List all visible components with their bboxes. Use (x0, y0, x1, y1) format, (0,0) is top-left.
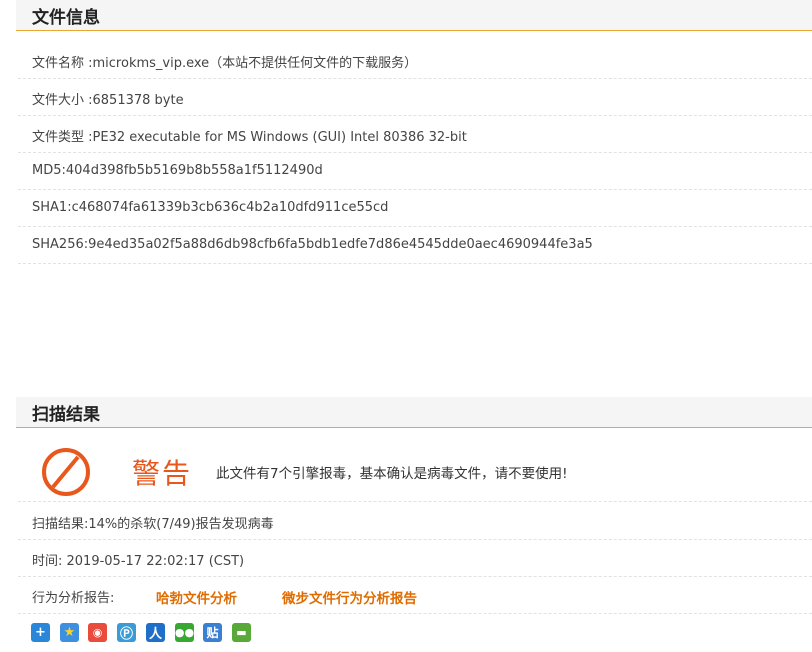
md5-text: MD5:404d398fb5b5169b8b558a1f5112490d (32, 163, 323, 178)
file-type-text: 文件类型 :PE32 executable for MS Windows (GU… (32, 130, 467, 145)
qzone-icon[interactable]: ★ (60, 623, 79, 642)
file-size-text: 文件大小 :6851378 byte (32, 93, 184, 108)
sha1-text: SHA1:c468074fa61339b3cb636c4b2a10dfd911c… (32, 200, 389, 215)
sha256-row: SHA256:9e4ed35a02f5a88d6db98cfb6fa5bdb1e… (18, 227, 812, 264)
scan-result-header: 扫描结果 (16, 397, 812, 428)
file-name-row: 文件名称 :microkms_vip.exe（本站不提供任何文件的下载服务） (18, 42, 812, 79)
file-type-row: 文件类型 :PE32 executable for MS Windows (GU… (18, 116, 812, 153)
douban-icon[interactable]: ▬ (232, 623, 251, 642)
file-info-header: 文件信息 (16, 0, 812, 31)
file-info-title: 文件信息 (32, 8, 100, 28)
tieba-icon[interactable]: 贴 (203, 623, 222, 642)
sha256-text: SHA256:9e4ed35a02f5a88d6db98cfb6fa5bdb1e… (32, 237, 593, 252)
scan-time-text: 时间: 2019-05-17 22:02:17 (CST) (32, 554, 245, 569)
renren-icon[interactable]: 人 (146, 623, 165, 642)
sha1-row: SHA1:c468074fa61339b3cb636c4b2a10dfd911c… (18, 190, 812, 227)
scan-time-row: 时间: 2019-05-17 22:02:17 (CST) (18, 540, 812, 577)
tencent-weibo-icon[interactable]: Ⓟ (117, 623, 136, 642)
behavior-report-label: 行为分析报告: (32, 591, 115, 606)
wechat-icon[interactable]: ●● (175, 623, 194, 642)
file-name-text: 文件名称 :microkms_vip.exe（本站不提供任何文件的下载服务） (32, 56, 418, 71)
scan-summary-text: 扫描结果:14%的杀软(7/49)报告发现病毒 (32, 517, 274, 532)
habo-analysis-link[interactable]: 哈勃文件分析 (156, 587, 237, 607)
scan-summary-row: 扫描结果:14%的杀软(7/49)报告发现病毒 (18, 503, 812, 540)
add-share-icon[interactable]: + (31, 623, 50, 642)
file-size-row: 文件大小 :6851378 byte (18, 79, 812, 116)
behavior-report-row: 行为分析报告: 哈勃文件分析 微步文件行为分析报告 (18, 577, 812, 614)
warning-row-divider (18, 466, 812, 502)
threatbook-report-link[interactable]: 微步文件行为分析报告 (282, 587, 417, 607)
weibo-icon[interactable]: ◉ (88, 623, 107, 642)
md5-row: MD5:404d398fb5b5169b8b558a1f5112490d (18, 153, 812, 190)
scan-result-title: 扫描结果 (32, 405, 100, 425)
